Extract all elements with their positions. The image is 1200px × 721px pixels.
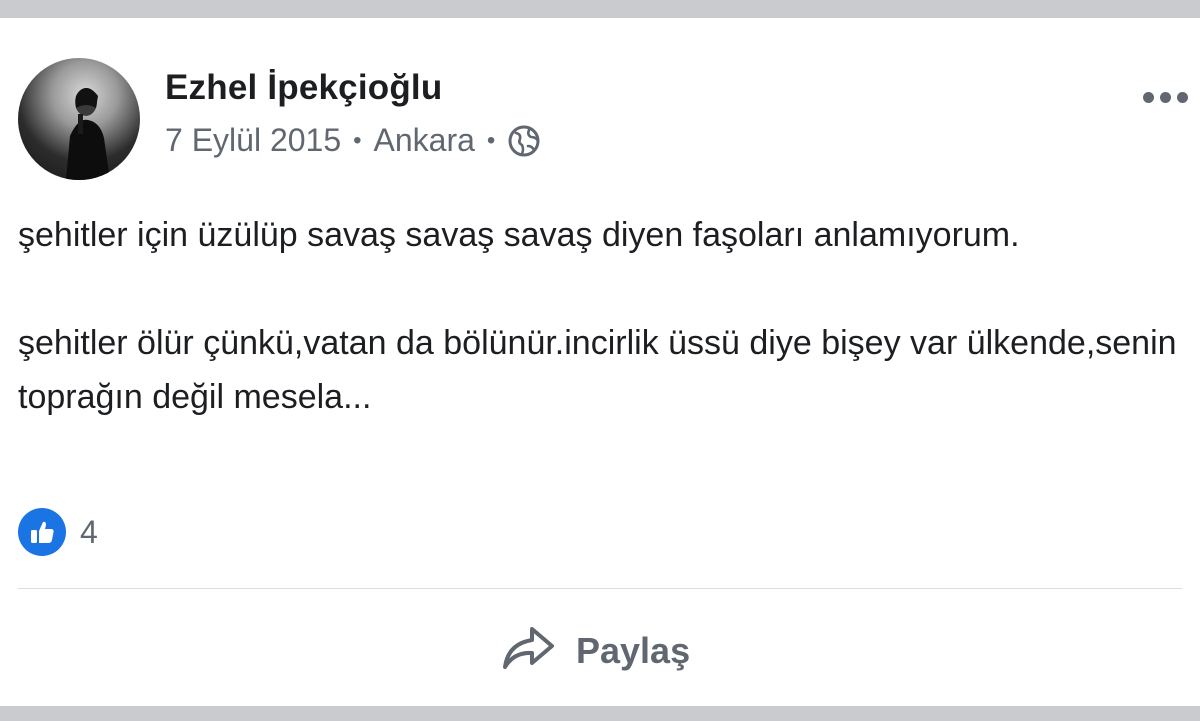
post-paragraph: şehitler için üzülüp savaş savaş savaş d… bbox=[18, 216, 1020, 254]
post-date[interactable]: 7 Eylül 2015 bbox=[165, 122, 341, 159]
meta-separator: • bbox=[353, 126, 362, 154]
avatar[interactable] bbox=[18, 58, 140, 180]
post-location[interactable]: Ankara bbox=[374, 122, 475, 159]
post-body: şehitler için üzülüp savaş savaş savaş d… bbox=[18, 208, 1188, 424]
reactions-summary[interactable]: 4 bbox=[18, 508, 98, 556]
post-card: Ezhel İpekçioğlu 7 Eylül 2015 • Ankara •… bbox=[0, 18, 1200, 706]
author-name[interactable]: Ezhel İpekçioğlu bbox=[165, 68, 442, 108]
post-paragraph: şehitler ölür çünkü,vatan da bölünür.inc… bbox=[18, 324, 1177, 416]
like-count: 4 bbox=[80, 513, 98, 550]
more-dot bbox=[1143, 92, 1154, 103]
thumbs-up-icon bbox=[18, 508, 66, 556]
meta-separator: • bbox=[486, 126, 496, 154]
more-options-icon[interactable] bbox=[1139, 88, 1192, 107]
more-dot bbox=[1177, 92, 1188, 103]
avatar-photo bbox=[66, 88, 110, 180]
post-meta: 7 Eylül 2015 • Ankara • bbox=[165, 122, 541, 159]
share-button[interactable]: Paylaş bbox=[500, 624, 690, 677]
share-label: Paylaş bbox=[576, 629, 691, 671]
globe-icon[interactable] bbox=[507, 124, 541, 158]
divider bbox=[18, 588, 1182, 589]
more-dot bbox=[1160, 92, 1171, 103]
share-arrow-icon bbox=[500, 624, 556, 677]
